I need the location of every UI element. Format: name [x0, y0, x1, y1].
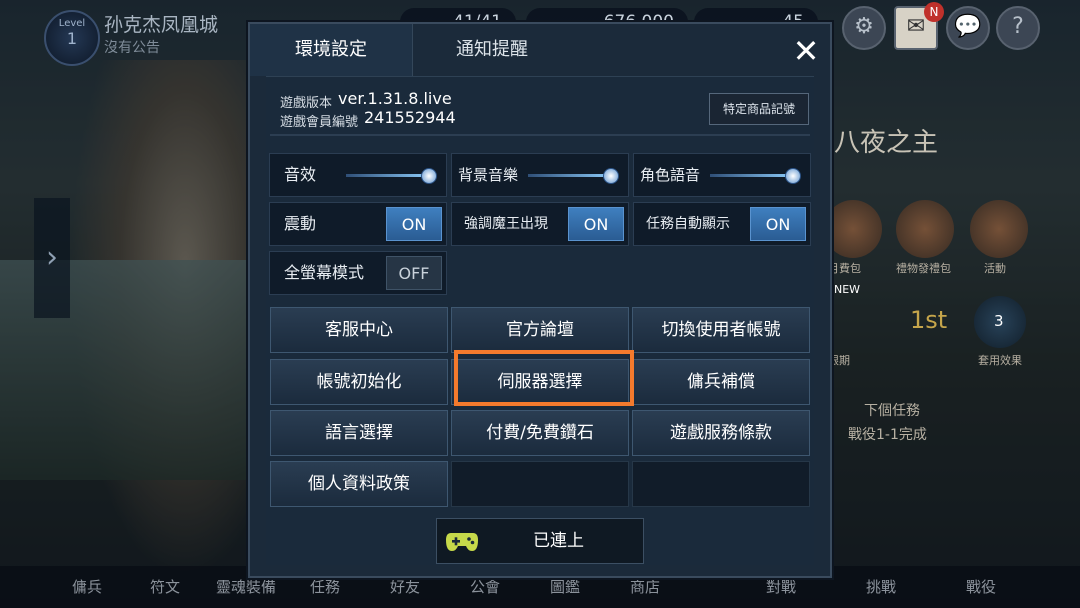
nav-challenge[interactable]: 挑戰 — [866, 576, 896, 597]
gamepad-icon — [446, 533, 478, 551]
member-value: 241552944 — [364, 108, 456, 127]
fullscreen-setting: 全螢幕模式 OFF — [269, 251, 447, 295]
auto-quest-label: 任務自動顯示 — [646, 216, 730, 232]
nav-campaign[interactable]: 戰役 — [966, 576, 996, 597]
switch-account-button[interactable]: 切換使用者帳號 — [632, 307, 810, 353]
feature-label-3: 活動 — [984, 262, 1006, 275]
help-icon[interactable]: ? — [996, 6, 1040, 50]
fullscreen-label: 全螢幕模式 — [284, 263, 365, 282]
special-item-button[interactable]: 特定商品記號 — [709, 93, 809, 125]
boss-alert-setting: 強調魔王出現 ON — [451, 202, 629, 246]
nav-soul-gear[interactable]: 靈魂裝備 — [216, 576, 276, 597]
voice-slider[interactable] — [710, 174, 796, 177]
next-task-value[interactable]: 戰役1-1完成 — [848, 424, 927, 444]
feature-label-5: 套用效果 — [978, 354, 1022, 367]
tab-settings[interactable]: 環境設定 — [250, 24, 413, 76]
bgm-slider-knob[interactable] — [603, 168, 619, 184]
event-icon[interactable] — [970, 200, 1028, 258]
boss-alert-toggle[interactable]: ON — [568, 207, 624, 241]
vibration-setting: 震動 ON — [269, 202, 447, 246]
vibration-label: 震動 — [284, 214, 317, 233]
nav-friends[interactable]: 好友 — [390, 576, 420, 597]
circle-number: 3 — [994, 312, 1004, 330]
gift-pack-icon[interactable] — [896, 200, 954, 258]
sfx-slider[interactable] — [346, 174, 432, 177]
feature-label-2: 禮物發禮包 — [896, 262, 951, 275]
nav-pvp[interactable]: 對戰 — [766, 576, 796, 597]
mail-badge: N — [924, 2, 944, 22]
feature-label-1: 月費包 — [828, 262, 861, 275]
next-task-label: 下個任務 — [864, 403, 920, 419]
sfx-setting: 音效 — [269, 153, 447, 197]
dialog-tabs: 環境設定 通知提醒 — [250, 24, 830, 76]
divider — [270, 134, 810, 136]
reset-account-button[interactable]: 帳號初始化 — [270, 359, 448, 405]
language-select-button[interactable]: 語言選擇 — [270, 410, 448, 456]
terms-of-service-button[interactable]: 遊戲服務條款 — [632, 410, 810, 456]
version-value: ver.1.31.8.live — [338, 89, 452, 108]
version-label: 遊戲版本 — [280, 96, 333, 111]
nav-quest[interactable]: 任務 — [310, 576, 340, 597]
member-label: 遊戲會員編號 — [280, 115, 359, 130]
empty-slot — [632, 461, 810, 507]
customer-service-button[interactable]: 客服中心 — [270, 307, 448, 353]
first-badge: 1st — [910, 306, 948, 334]
nav-mercenary[interactable]: 傭兵 — [72, 576, 102, 597]
level-label: Level — [58, 18, 86, 29]
auto-quest-setting: 任務自動顯示 ON — [633, 202, 811, 246]
new-badge: NEW — [834, 283, 861, 296]
gear-icon[interactable]: ⚙ — [842, 6, 886, 50]
bgm-label: 背景音樂 — [458, 166, 519, 184]
monthly-pack-icon[interactable] — [824, 200, 882, 258]
auto-quest-toggle[interactable]: ON — [750, 207, 806, 241]
voice-label: 角色語音 — [640, 166, 701, 184]
boss-alert-label: 強調魔王出現 — [464, 216, 548, 232]
guild-notice: 沒有公告 — [104, 40, 160, 56]
nav-shop[interactable]: 商店 — [630, 576, 660, 597]
connected-label: 已連上 — [533, 531, 584, 551]
sfx-label: 音效 — [284, 165, 317, 184]
nav-guild[interactable]: 公會 — [470, 576, 500, 597]
close-icon[interactable]: ✕ — [788, 34, 824, 70]
voice-slider-knob[interactable] — [785, 168, 801, 184]
empty-slot — [451, 461, 629, 507]
paid-free-gems-button[interactable]: 付費/免費鑽石 — [451, 410, 629, 456]
banner-text: 八夜之主 — [834, 128, 939, 158]
bgm-setting: 背景音樂 — [451, 153, 629, 197]
tab-notifications[interactable]: 通知提醒 — [412, 24, 572, 76]
event-panel: 八夜之主 月費包 禮物發禮包 活動 NEW 1st 3 限期 套用效果 下個任務… — [824, 100, 1044, 560]
guild-name: 孙克杰凤凰城 — [104, 14, 219, 36]
chevron-left-icon[interactable]: › — [34, 198, 70, 318]
official-forum-button[interactable]: 官方論壇 — [451, 307, 629, 353]
mercenary-compensation-button[interactable]: 傭兵補償 — [632, 359, 810, 405]
sfx-slider-knob[interactable] — [421, 168, 437, 184]
bgm-slider[interactable] — [528, 174, 614, 177]
fullscreen-toggle[interactable]: OFF — [386, 256, 442, 290]
chat-icon[interactable]: 💬 — [946, 6, 990, 50]
voice-setting: 角色語音 — [633, 153, 811, 197]
nav-collection[interactable]: 圖鑑 — [550, 576, 580, 597]
level-badge[interactable]: Level 1 — [44, 10, 100, 66]
server-select-highlight — [454, 350, 634, 406]
level-value: 1 — [66, 29, 78, 48]
google-play-connect-button[interactable]: 已連上 — [436, 518, 644, 564]
vibration-toggle[interactable]: ON — [386, 207, 442, 241]
nav-rune[interactable]: 符文 — [150, 576, 180, 597]
privacy-policy-button[interactable]: 個人資料政策 — [270, 461, 448, 507]
